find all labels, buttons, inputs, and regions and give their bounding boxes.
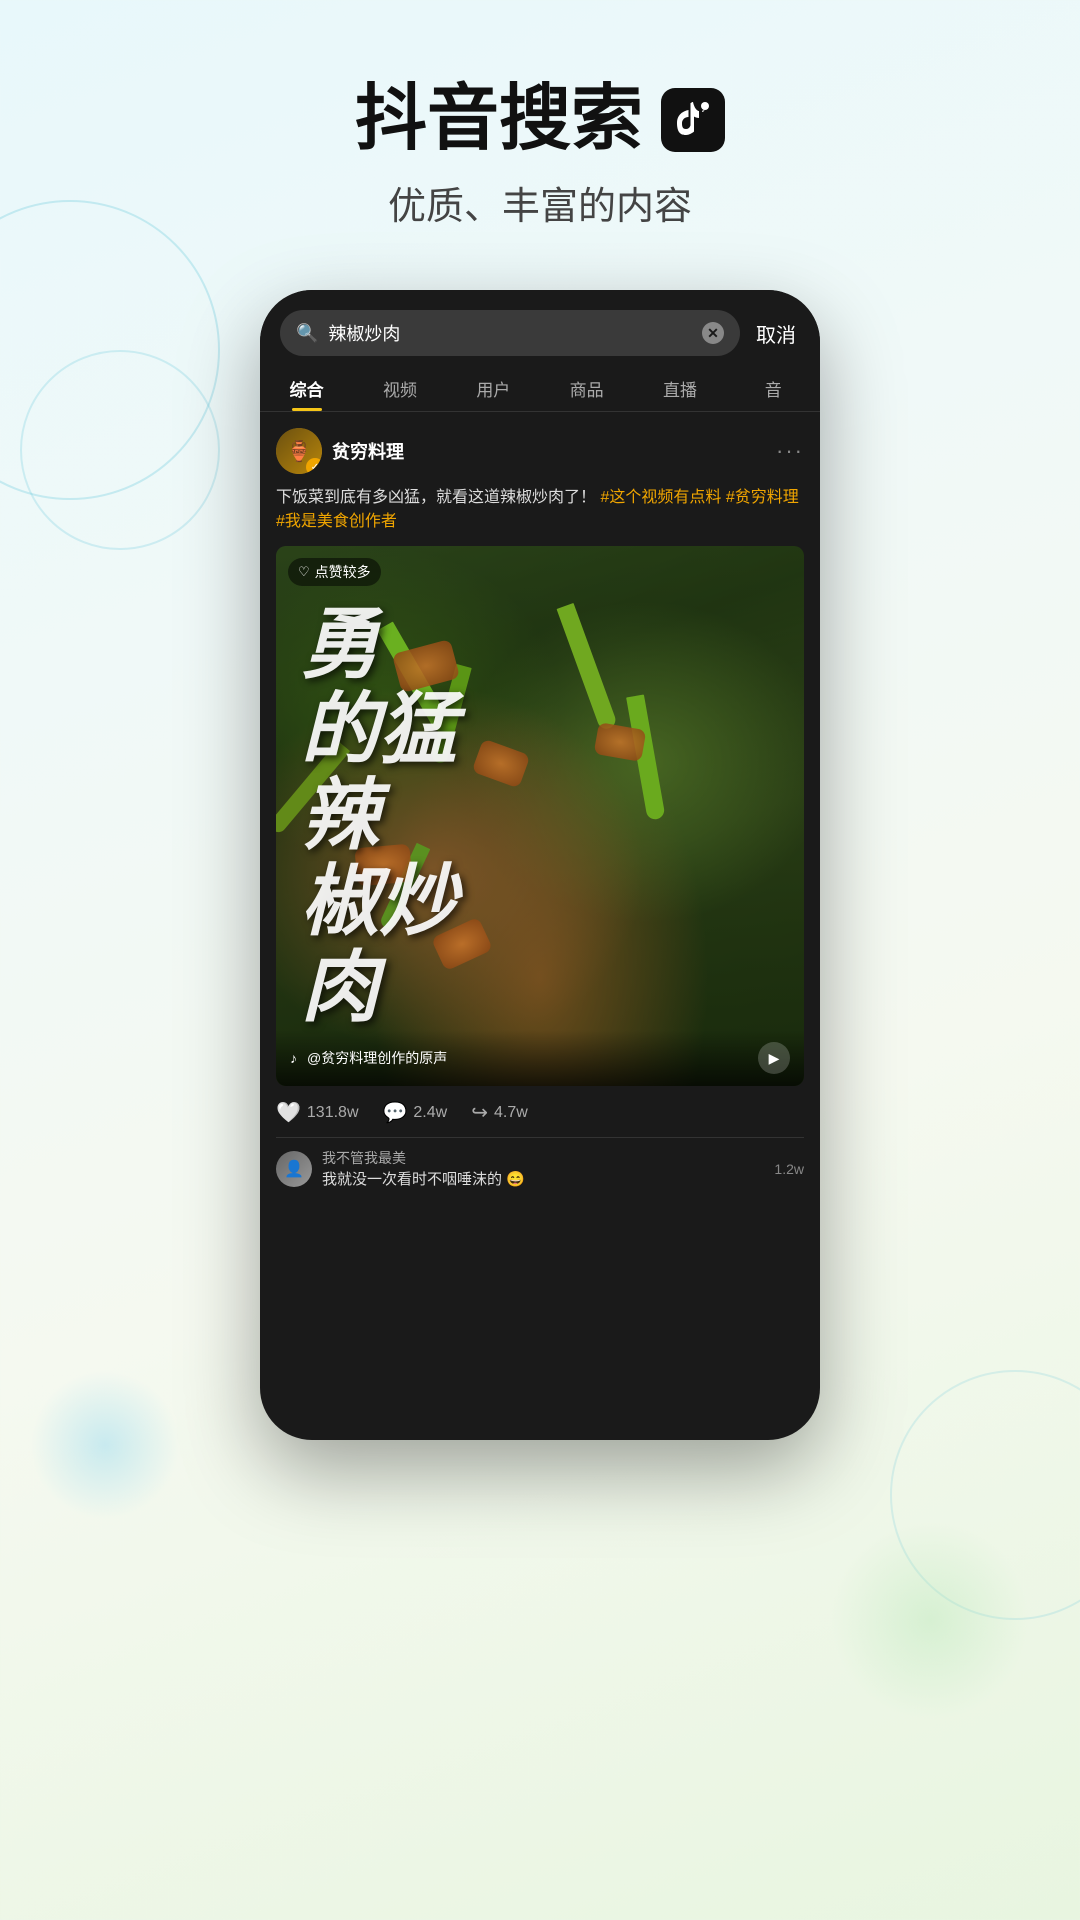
search-icon: 🔍 [296, 323, 318, 344]
search-input-container[interactable]: 🔍 辣椒炒肉 ✕ [280, 310, 740, 356]
tab-视频[interactable]: 视频 [353, 364, 446, 411]
audio-source-text: @贫穷料理创作的原声 [307, 1048, 748, 1068]
more-options-icon[interactable]: ··· [776, 438, 804, 464]
app-title-text: 抖音搜索 [355, 80, 643, 159]
share-icon: ↪ [471, 1100, 488, 1125]
tiktok-note-icon: ♪ [290, 1050, 297, 1066]
like-icon: 🤍 [276, 1100, 301, 1125]
tab-音乐[interactable]: 音 [727, 364, 820, 411]
post-main-text: 下饭菜到底有多凶猛，就看这道辣椒炒肉了！ [276, 489, 596, 506]
video-thumbnail[interactable]: 勇的猛辣椒炒肉 ♡ 点赞较多 ♪ @贫穷料理创作的原声 ▶ [276, 546, 804, 1086]
video-bottom-bar: ♪ @贫穷料理创作的原声 ▶ [276, 1030, 804, 1086]
tab-商品[interactable]: 商品 [540, 364, 633, 411]
tab-直播[interactable]: 直播 [633, 364, 726, 411]
cancel-button[interactable]: 取消 [752, 319, 800, 348]
comments-count[interactable]: 💬 2.4w [383, 1100, 448, 1125]
bg-decoration-blob-right [830, 1520, 1030, 1720]
author-avatar: 🏺 ✓ [276, 428, 322, 474]
search-clear-button[interactable]: ✕ [702, 322, 724, 344]
search-query-text: 辣椒炒肉 [328, 320, 692, 346]
phone-mockup: 🔍 辣椒炒肉 ✕ 取消 综合 视频 用户 商品 直播 音 [260, 290, 820, 1440]
svg-text:♪: ♪ [701, 104, 706, 115]
likes-value: 131.8w [307, 1104, 359, 1122]
likes-count[interactable]: 🤍 131.8w [276, 1100, 359, 1125]
comment-row: 👤 我不管我最美 我就没一次看时不咽唾沫的 😄 1.2w [276, 1138, 804, 1199]
app-subtitle: 优质、丰富的内容 [0, 175, 1080, 230]
heart-icon: ♡ [298, 564, 310, 580]
commenter-name: 我不管我最美 [322, 1148, 764, 1168]
shares-value: 4.7w [494, 1104, 528, 1122]
comment-content: 我不管我最美 我就没一次看时不咽唾沫的 😄 [322, 1148, 764, 1189]
comment-icon: 💬 [383, 1100, 408, 1125]
comment-text: 我就没一次看时不咽唾沫的 😄 [322, 1168, 764, 1189]
commenter-avatar: 👤 [276, 1151, 312, 1187]
comments-value: 2.4w [413, 1104, 447, 1122]
phone-mockup-wrapper: 🔍 辣椒炒肉 ✕ 取消 综合 视频 用户 商品 直播 音 [0, 290, 1080, 1440]
post-description: 下饭菜到底有多凶猛，就看这道辣椒炒肉了！ #这个视频有点料 #贫穷料理 #我是美… [276, 486, 804, 534]
post-header: 🏺 ✓ 贫穷料理 ··· [276, 428, 804, 474]
tab-用户[interactable]: 用户 [447, 364, 540, 411]
shares-count[interactable]: ↪ 4.7w [471, 1100, 528, 1125]
play-button[interactable]: ▶ [758, 1042, 790, 1074]
author-name-text: 贫穷料理 [332, 438, 404, 464]
search-results-content: 🏺 ✓ 贫穷料理 ··· 下饭菜到底有多凶猛，就看这道辣椒炒肉了！ #这个视频有… [260, 412, 820, 1199]
video-title-text: 勇的猛辣椒炒肉 [301, 602, 457, 1031]
post-author-info[interactable]: 🏺 ✓ 贫穷料理 [276, 428, 404, 474]
engagement-bar: 🤍 131.8w 💬 2.4w ↪ 4.7w [276, 1086, 804, 1138]
video-title-overlay: 勇的猛辣椒炒肉 [276, 546, 804, 1086]
app-header: 抖音搜索 ♪ 优质、丰富的内容 [0, 0, 1080, 270]
search-bar: 🔍 辣椒炒肉 ✕ 取消 [260, 290, 820, 356]
likes-badge-text: 点赞较多 [315, 562, 371, 582]
likes-badge: ♡ 点赞较多 [288, 558, 381, 586]
search-tabs: 综合 视频 用户 商品 直播 音 [260, 356, 820, 412]
comment-likes-count: 1.2w [774, 1161, 804, 1177]
tiktok-logo-icon: ♪ [661, 88, 725, 152]
tab-综合[interactable]: 综合 [260, 364, 353, 411]
verified-badge-icon: ✓ [306, 458, 322, 474]
app-title-container: 抖音搜索 ♪ [0, 80, 1080, 159]
